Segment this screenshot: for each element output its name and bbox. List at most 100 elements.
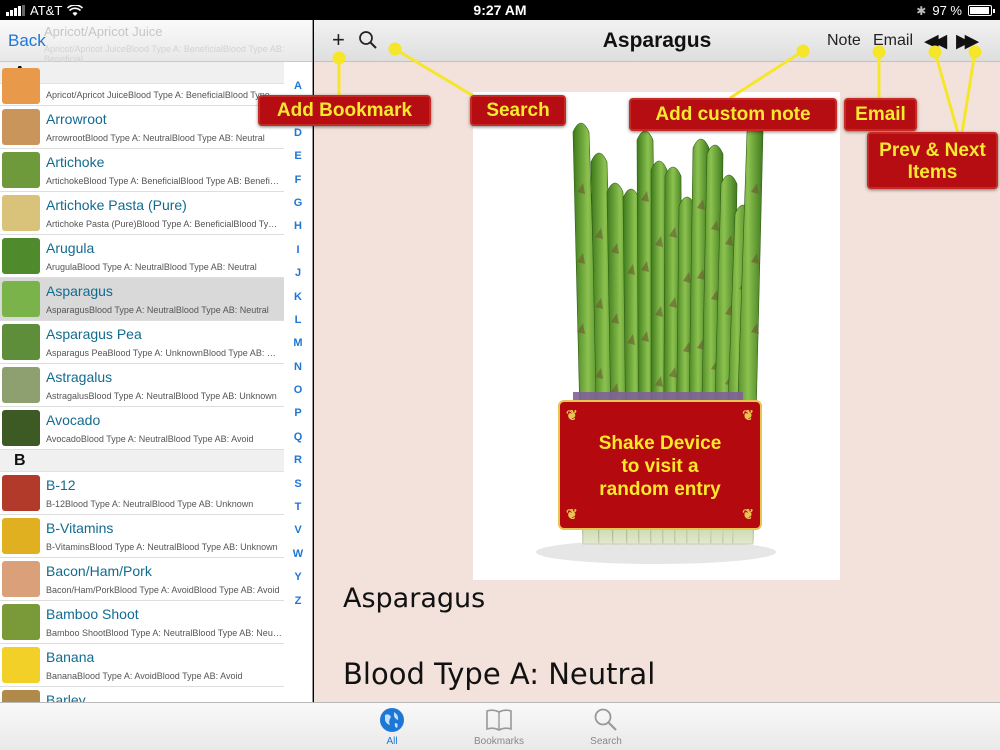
list-item[interactable]: BarleyBarleyBlood Type A: NeutralBlood T… (0, 687, 284, 702)
item-subtitle: AvocadoBlood Type A: NeutralBlood Type A… (46, 434, 254, 444)
index-letter[interactable]: M (284, 337, 312, 360)
list-item[interactable]: Artichoke ArtichokeBlood Type A: Benefici… (0, 149, 284, 192)
item-thumbnail (2, 281, 40, 317)
item-subtitle: AstragalusBlood Type A: NeutralBlood Typ… (46, 391, 277, 401)
alphabet-index[interactable]: ACDEFGHIJKLMNOPQRSTVWYZ (284, 80, 312, 618)
item-thumbnail (2, 152, 40, 188)
tab-label: All (386, 736, 398, 747)
tab-bookmarks[interactable]: Bookmarks (459, 707, 539, 747)
tab-all[interactable]: All (352, 707, 432, 747)
list-item[interactable]: Avocado AvocadoBlood Type A: NeutralBlood… (0, 407, 284, 450)
back-button[interactable]: Back (8, 31, 46, 51)
next-item-icon[interactable]: ▶▶ (956, 30, 979, 53)
globe-icon (380, 708, 404, 732)
tab-search[interactable]: Search (566, 707, 646, 747)
item-thumbnail (2, 518, 40, 554)
list-item[interactable]: Apricot/Apricot JuiceBlood Type A: Benef… (0, 68, 284, 106)
list-navbar: Back Apricot/Apricot Juice Apricot/Apric… (0, 20, 312, 64)
item-list[interactable]: A Apricot/Apricot JuiceBlood Type A: Bene… (0, 62, 284, 702)
item-title: Astragalus (46, 369, 113, 385)
index-letter[interactable]: P (284, 407, 312, 430)
item-thumbnail (2, 195, 40, 231)
list-item[interactable]: Arrowroot ArrowrootBlood Type A: NeutralB… (0, 106, 284, 149)
section-header: B (0, 450, 284, 472)
item-title: Banana (46, 649, 95, 665)
email-button[interactable]: Email (873, 32, 913, 50)
item-title: B-Vitamins (46, 520, 114, 536)
list-item[interactable]: B-12 B-12Blood Type A: NeutralBlood Type … (0, 472, 284, 515)
item-thumbnail (2, 367, 40, 403)
item-title: Bacon/Ham/Pork (46, 563, 152, 579)
list-item[interactable]: Asparagus AsparagusBlood Type A: NeutralB… (0, 278, 284, 321)
shake-device-callout: ❦ ❦ ❦ ❦ Shake Device to visit a random e… (558, 400, 762, 530)
item-subtitle: BananaBlood Type A: AvoidBlood Type AB: … (46, 671, 243, 681)
index-letter[interactable]: J (284, 267, 312, 290)
list-item[interactable]: Arugula ArugulaBlood Type A: NeutralBlood… (0, 235, 284, 278)
index-letter[interactable]: Z (284, 595, 312, 618)
item-thumbnail (2, 109, 40, 145)
item-subtitle: ArrowrootBlood Type A: NeutralBlood Type… (46, 133, 265, 143)
index-letter[interactable]: R (284, 454, 312, 477)
item-subtitle: Bamboo ShootBlood Type A: NeutralBlood T… (46, 628, 282, 638)
list-item[interactable]: Banana BananaBlood Type A: AvoidBlood Typ… (0, 644, 284, 687)
status-time: 9:27 AM (473, 2, 527, 18)
navbar-ghost-title: Apricot/Apricot Juice (44, 24, 163, 39)
item-title: Arrowroot (46, 111, 107, 127)
index-letter[interactable]: K (284, 291, 312, 314)
list-item[interactable]: Artichoke Pasta (Pure) Artichoke Pasta (P… (0, 192, 284, 235)
item-subtitle: Asparagus PeaBlood Type A: UnknownBlood … (46, 348, 282, 358)
item-thumbnail (2, 410, 40, 446)
index-letter[interactable]: E (284, 150, 312, 173)
index-letter[interactable]: O (284, 384, 312, 407)
prev-item-icon[interactable]: ◀◀ (924, 30, 947, 53)
item-thumbnail (2, 604, 40, 640)
flourish-icon: ❦ (566, 407, 578, 423)
content-title: Asparagus (343, 583, 486, 614)
item-title: Asparagus Pea (46, 326, 142, 342)
item-subtitle: AsparagusBlood Type A: NeutralBlood Type… (46, 305, 269, 315)
index-letter[interactable]: N (284, 361, 312, 384)
bluetooth-icon: ✱ (916, 3, 927, 18)
list-item[interactable]: Bamboo Shoot Bamboo ShootBlood Type A: Ne… (0, 601, 284, 644)
flourish-icon: ❦ (566, 506, 578, 522)
index-letter[interactable]: L (284, 314, 312, 337)
item-title: Bamboo Shoot (46, 606, 139, 622)
tab-label: Search (590, 736, 622, 747)
book-icon (486, 709, 512, 731)
navbar-ghost-subtitle: Apricot/Apricot JuiceBlood Type A: Benef… (44, 44, 285, 64)
item-subtitle: Artichoke Pasta (Pure)Blood Type A: Bene… (46, 219, 282, 229)
index-letter[interactable]: F (284, 174, 312, 197)
flourish-icon: ❦ (742, 506, 754, 522)
index-letter[interactable]: W (284, 548, 312, 571)
index-letter[interactable]: D (284, 127, 312, 150)
item-subtitle: ArugulaBlood Type A: NeutralBlood Type A… (46, 262, 257, 272)
item-title: Artichoke (46, 154, 105, 170)
item-title: Asparagus (46, 283, 113, 299)
search-callout: Search (470, 95, 566, 126)
item-title: Avocado (46, 412, 101, 428)
prev-next-callout: Prev & Next Items (867, 132, 998, 189)
index-letter[interactable]: Q (284, 431, 312, 454)
note-button[interactable]: Note (827, 32, 861, 50)
list-item[interactable]: Astragalus AstragalusBlood Type A: Neutra… (0, 364, 284, 407)
index-letter[interactable]: V (284, 524, 312, 547)
index-letter[interactable]: I (284, 244, 312, 267)
index-letter[interactable]: H (284, 220, 312, 243)
battery-icon (968, 5, 995, 16)
list-item[interactable]: B-Vitamins B-VitaminsBlood Type A: Neutra… (0, 515, 284, 558)
add-bookmark-callout: Add Bookmark (258, 95, 431, 126)
section-header: A (0, 62, 284, 84)
list-item[interactable]: Asparagus Pea Asparagus PeaBlood Type A: … (0, 321, 284, 364)
tab-bar: All Bookmarks Search (0, 702, 1000, 750)
detail-navbar: + Asparagus Note Email ◀◀ ▶▶ (314, 20, 1000, 62)
index-letter[interactable]: T (284, 501, 312, 524)
item-thumbnail (2, 68, 40, 104)
item-thumbnail (2, 324, 40, 360)
index-letter[interactable]: Y (284, 571, 312, 594)
list-item[interactable]: Bacon/Ham/Pork Bacon/Ham/PorkBlood Type A… (0, 558, 284, 601)
flourish-icon: ❦ (742, 407, 754, 423)
item-title: Arugula (46, 240, 95, 256)
item-title: B-12 (46, 477, 76, 493)
index-letter[interactable]: S (284, 478, 312, 501)
index-letter[interactable]: G (284, 197, 312, 220)
